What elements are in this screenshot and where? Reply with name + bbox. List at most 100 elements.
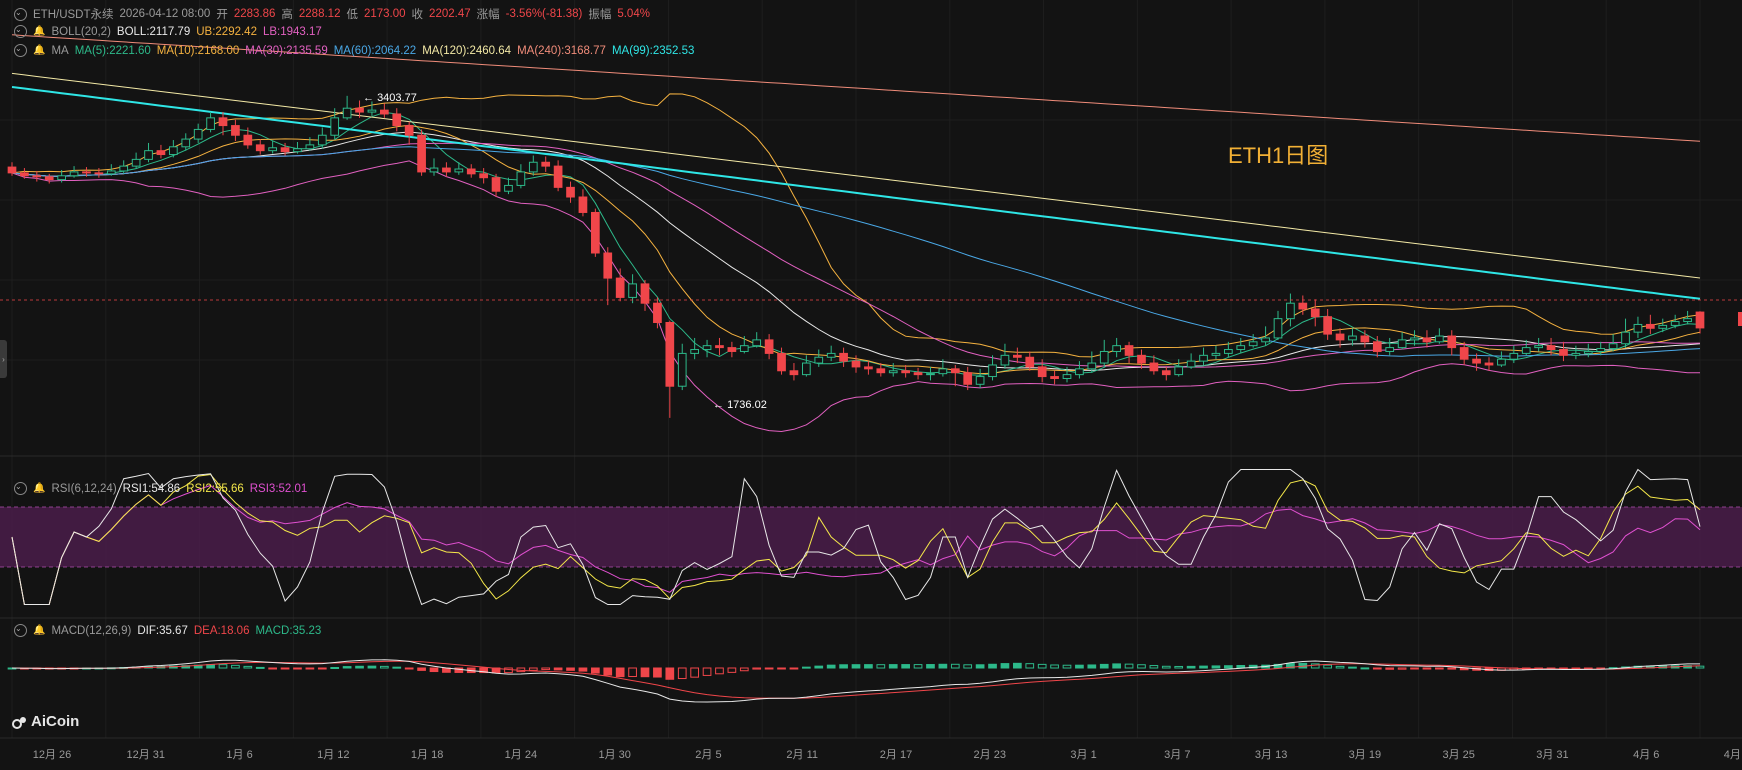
candle-body (491, 177, 501, 192)
candle-body (1484, 362, 1494, 366)
sidebar-toggle-handle[interactable]: › (0, 340, 7, 378)
macd-bar (367, 665, 377, 669)
aicoin-logo-icon (12, 716, 26, 729)
candle-body (380, 109, 389, 115)
candle-body (1360, 335, 1370, 343)
candle-body (1559, 349, 1568, 356)
bell-icon[interactable]: 🔔 (33, 26, 45, 37)
candle-body (739, 345, 749, 352)
macd-bar (317, 667, 327, 670)
candle-body (44, 176, 54, 181)
candle-body (1422, 337, 1432, 343)
candle-body (82, 171, 91, 174)
macd-bar (789, 667, 799, 670)
collapse-icon[interactable]: ⌄ (14, 482, 27, 495)
candle-body (913, 372, 923, 376)
rsi-zone (0, 507, 1742, 567)
candle-body (528, 161, 538, 173)
candle-body (392, 113, 402, 127)
candle-body (1435, 335, 1444, 343)
candle-body (1248, 341, 1258, 347)
macd-bar (1447, 667, 1457, 670)
macd-bar (1161, 665, 1171, 669)
candle-body (305, 144, 315, 150)
macd-bar (727, 667, 737, 673)
collapse-icon[interactable]: ⌄ (14, 44, 27, 57)
candle-body (231, 125, 240, 136)
macd-bar (342, 666, 352, 669)
candle-body (802, 362, 811, 376)
candle-body (355, 107, 364, 113)
candle-body (504, 184, 513, 192)
candle-body (1670, 321, 1680, 326)
macd-bar (888, 664, 898, 669)
macd-bar (603, 667, 613, 676)
macd-bar (1323, 664, 1332, 669)
x-axis-label: 3月 7 (1164, 749, 1191, 761)
candle-body (1695, 311, 1705, 329)
candle-body (1161, 370, 1171, 376)
candle-body (789, 370, 799, 376)
x-axis-label: 3月 1 (1070, 749, 1097, 761)
x-axis-label: 3月 13 (1254, 749, 1288, 761)
macd-bar (293, 667, 302, 670)
amp-value: 5.04% (617, 8, 650, 20)
bell-icon[interactable]: 🔔 (33, 45, 45, 56)
collapse-icon[interactable]: ⌄ (14, 25, 27, 38)
kline-chart[interactable] (0, 0, 1742, 770)
change-value: -3.56%(-81.38) (505, 8, 583, 20)
macd-bar (528, 667, 538, 671)
candle-body (317, 134, 327, 146)
ma60-value: MA(60):2064.22 (333, 44, 417, 57)
candle-body (1186, 360, 1196, 368)
boll-name[interactable]: BOLL(20,2) (51, 26, 110, 38)
macd-bar (901, 664, 910, 669)
low-value: 2173.00 (363, 8, 406, 20)
macd-name[interactable]: MACD(12,26,9) (51, 625, 131, 637)
candle-body (466, 168, 476, 175)
high-price-marker: ← 3403.77 (363, 92, 417, 104)
candle-body (1521, 347, 1531, 354)
collapse-icon[interactable]: ⌄ (14, 7, 27, 21)
candle-body (94, 172, 104, 175)
x-axis-label: 1月 24 (504, 749, 538, 761)
bell-icon[interactable]: 🔔 (33, 625, 45, 636)
bell-icon[interactable]: 🔔 (33, 483, 45, 494)
macd-bar (268, 667, 277, 670)
macd-bar (938, 663, 948, 669)
macd-bar (988, 663, 997, 669)
candle-body (1174, 366, 1184, 376)
chart-annotation: ETH1日图 (1228, 143, 1329, 168)
candle-body (1075, 368, 1084, 376)
candle-body (603, 252, 613, 279)
candle-body (764, 339, 774, 354)
candle-body (777, 352, 786, 372)
macd-bar (1137, 664, 1146, 669)
candle-body (727, 347, 737, 352)
low-price-marker: ← 1736.02 (713, 399, 767, 411)
candle-body (404, 125, 414, 136)
macd-bar (404, 667, 414, 670)
candle-body (243, 134, 253, 146)
x-axis-label: 4月 12 (1723, 749, 1742, 761)
ma-name[interactable]: MA (51, 45, 68, 57)
ma30-value: MA(30):2135.59 (245, 44, 328, 57)
macd-bar (1075, 664, 1084, 669)
rsi-name[interactable]: RSI(6,12,24) (51, 483, 116, 495)
ma120-value: MA(120):2460.64 (422, 44, 512, 57)
macd-bar (504, 667, 513, 674)
collapse-icon[interactable]: ⌄ (14, 624, 27, 637)
macd-bar (305, 667, 315, 670)
macd-bar (280, 667, 290, 670)
macd-bar (1062, 664, 1072, 669)
candle-body (1385, 347, 1395, 352)
candle-body (367, 109, 377, 113)
candle-body (156, 150, 166, 156)
candle-body (1583, 350, 1593, 354)
candle-body (839, 352, 848, 362)
candle-body (1459, 347, 1469, 360)
candle-body (417, 134, 426, 173)
macd-bar (839, 664, 848, 669)
macd-bar (330, 667, 340, 670)
candle-body (1112, 345, 1121, 352)
